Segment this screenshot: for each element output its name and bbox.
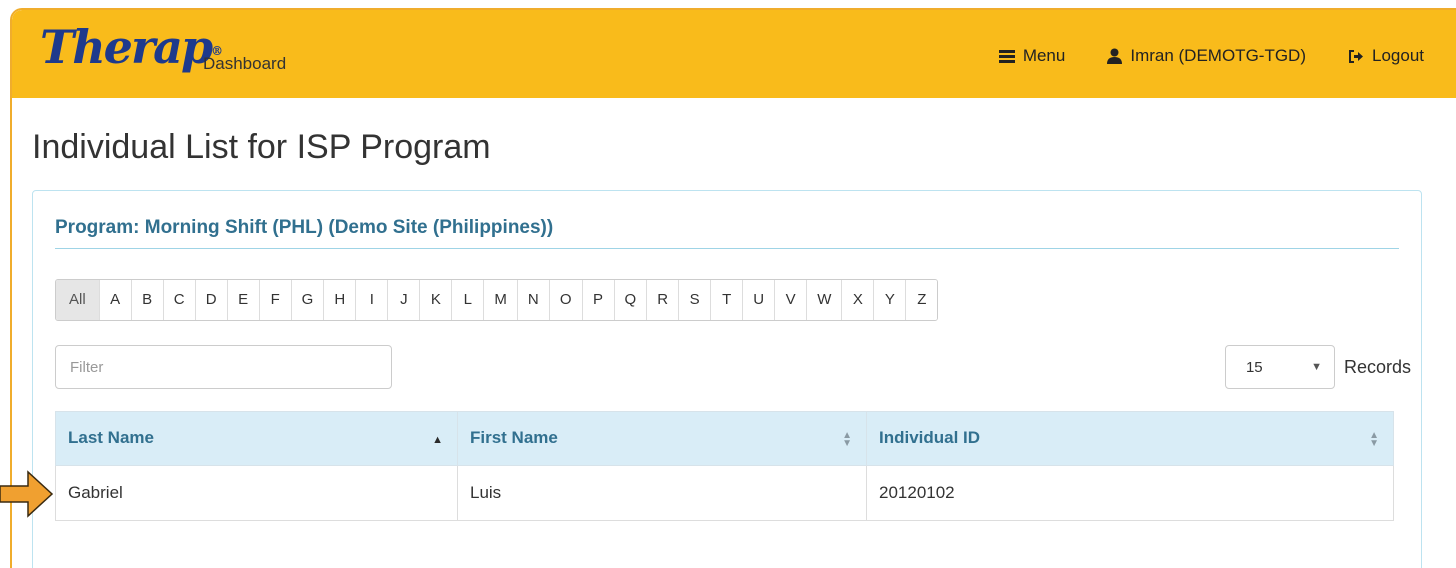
sort-both-icon: ▲ ▼	[1369, 430, 1379, 449]
alpha-i[interactable]: I	[355, 280, 388, 320]
menu-button[interactable]: Menu	[998, 46, 1066, 66]
alpha-g[interactable]: G	[290, 280, 324, 320]
alpha-z[interactable]: Z	[905, 280, 938, 320]
program-title: Program: Morning Shift (PHL) (Demo Site …	[55, 217, 1399, 249]
alpha-l[interactable]: L	[451, 280, 484, 320]
alpha-k[interactable]: K	[419, 280, 452, 320]
alpha-u[interactable]: U	[742, 280, 775, 320]
page-title: Individual List for ISP Program	[32, 128, 491, 166]
alpha-v[interactable]: V	[774, 280, 807, 320]
alpha-y[interactable]: Y	[873, 280, 906, 320]
user-icon	[1107, 48, 1123, 64]
records-label: Records	[1343, 356, 1411, 377]
alpha-b[interactable]: B	[130, 280, 163, 320]
individual-table: Last Name ▲ First Name ▲ ▼ Individual ID …	[55, 411, 1394, 521]
records-control: 15 ▼ Records	[1224, 345, 1411, 389]
column-header-label: Individual ID	[879, 428, 981, 447]
column-header-last-name[interactable]: Last Name ▲	[55, 411, 458, 466]
dashboard-link[interactable]: Dashboard	[203, 54, 286, 74]
column-header-first-name[interactable]: First Name ▲ ▼	[457, 411, 867, 466]
alphabet-filter: All A B C D E F G H I J K L M N O P Q R …	[55, 279, 939, 321]
records-selected-value: 15	[1245, 358, 1263, 376]
cell-last-name[interactable]: Gabriel	[55, 465, 458, 521]
sort-asc-icon: ▲	[432, 434, 443, 446]
logout-button[interactable]: Logout	[1348, 46, 1424, 66]
sort-both-icon: ▲ ▼	[842, 430, 852, 449]
cell-first-name: Luis	[457, 465, 867, 521]
alpha-n[interactable]: N	[516, 280, 549, 320]
program-panel: Program: Morning Shift (PHL) (Demo Site …	[32, 190, 1422, 568]
alpha-j[interactable]: J	[387, 280, 420, 320]
alpha-c[interactable]: C	[162, 280, 195, 320]
top-navbar: Therap® Dashboard Menu Imran (DEMOTG-TGD…	[12, 10, 1456, 98]
nav-right: Menu Imran (DEMOTG-TGD) Logout	[957, 46, 1424, 66]
alpha-p[interactable]: P	[581, 280, 614, 320]
menu-label: Menu	[1022, 46, 1066, 65]
logout-icon	[1348, 49, 1364, 64]
alpha-o[interactable]: O	[548, 280, 582, 320]
alpha-m[interactable]: M	[483, 280, 517, 320]
filter-input[interactable]	[55, 345, 392, 389]
table-row[interactable]: Gabriel Luis 20120102	[55, 465, 1394, 521]
cell-individual-id: 20120102	[866, 465, 1394, 521]
user-account-link[interactable]: Imran (DEMOTG-TGD)	[1107, 46, 1306, 66]
alpha-t[interactable]: T	[710, 280, 743, 320]
table-header-row: Last Name ▲ First Name ▲ ▼ Individual ID …	[55, 411, 1394, 466]
alpha-r[interactable]: R	[646, 280, 679, 320]
therap-logo[interactable]: Therap®	[40, 24, 223, 70]
alpha-x[interactable]: X	[841, 280, 874, 320]
alpha-w[interactable]: W	[806, 280, 842, 320]
alpha-h[interactable]: H	[323, 280, 356, 320]
app-frame: Therap® Dashboard Menu Imran (DEMOTG-TGD…	[10, 8, 1456, 568]
alpha-d[interactable]: D	[194, 280, 227, 320]
alpha-a[interactable]: A	[98, 280, 131, 320]
hamburger-icon	[998, 49, 1015, 63]
column-header-individual-id[interactable]: Individual ID ▲ ▼	[866, 411, 1394, 466]
alpha-all[interactable]: All	[56, 280, 99, 320]
logout-label: Logout	[1372, 46, 1424, 65]
alpha-e[interactable]: E	[226, 280, 259, 320]
alpha-q[interactable]: Q	[613, 280, 647, 320]
alpha-f[interactable]: F	[258, 280, 291, 320]
arrow-right-icon	[0, 470, 54, 518]
alpha-s[interactable]: S	[678, 280, 711, 320]
column-header-label: First Name	[470, 428, 558, 447]
caret-down-icon: ▼	[1311, 361, 1322, 373]
user-label: Imran (DEMOTG-TGD)	[1130, 46, 1306, 65]
column-header-label: Last Name	[68, 428, 154, 447]
records-per-page-select[interactable]: 15 ▼	[1224, 345, 1335, 389]
